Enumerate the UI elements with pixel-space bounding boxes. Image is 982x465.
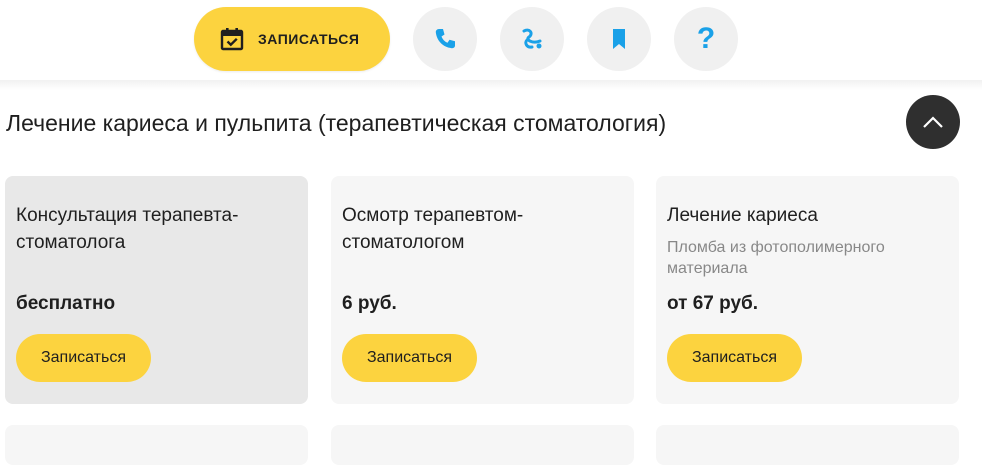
top-toolbar: ЗАПИСАТЬСЯ ? — [0, 0, 982, 80]
book-appointment-button[interactable]: ЗАПИСАТЬСЯ — [194, 7, 390, 71]
service-card-partial[interactable] — [5, 425, 308, 465]
service-price: от 67 руб. — [667, 293, 759, 314]
service-title: Лечение кариеса — [667, 205, 818, 226]
service-title: Консультация терапевта-стоматолога — [16, 205, 239, 253]
scroll-to-top-button[interactable] — [906, 95, 960, 149]
help-button[interactable]: ? — [674, 7, 738, 71]
section-title: Лечение кариеса и пульпита (терапевтичес… — [6, 110, 667, 136]
bookmark-icon — [613, 29, 625, 49]
service-subtitle: Пломба из фотополимерного материала — [667, 239, 885, 277]
book-service-button[interactable]: Записаться — [16, 334, 151, 382]
bookmark-button[interactable] — [587, 7, 651, 71]
route-icon — [522, 28, 542, 49]
service-card-partial[interactable] — [331, 425, 634, 465]
service-card[interactable]: Консультация терапевта-стоматолога беспл… — [5, 176, 308, 404]
service-card[interactable]: Лечение кариеса Пломба из фотополимерног… — [656, 176, 959, 404]
service-price: бесплатно — [16, 293, 116, 314]
toolbar-divider — [0, 80, 982, 90]
service-card-partial[interactable] — [656, 425, 959, 465]
book-service-button[interactable]: Записаться — [342, 334, 477, 382]
calendar-check-icon — [220, 28, 244, 51]
call-button[interactable] — [413, 7, 477, 71]
service-title: Осмотр терапевтом-стоматологом — [342, 205, 524, 253]
book-appointment-label: ЗАПИСАТЬСЯ — [258, 31, 360, 47]
service-price: 6 руб. — [342, 293, 397, 314]
service-card[interactable]: Осмотр терапевтом-стоматологом 6 руб. За… — [331, 176, 634, 404]
book-service-button[interactable]: Записаться — [667, 334, 802, 382]
question-icon: ? — [696, 22, 716, 55]
phone-icon — [435, 29, 455, 49]
route-button[interactable] — [500, 7, 564, 71]
chevron-up-icon — [923, 116, 943, 128]
